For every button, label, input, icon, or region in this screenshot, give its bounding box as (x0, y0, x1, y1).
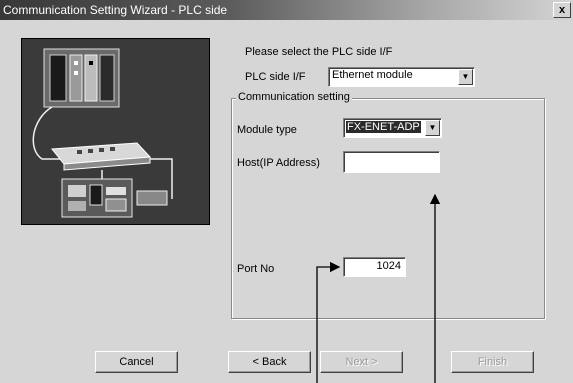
back-button[interactable]: < Back (228, 351, 311, 373)
annotation-arrows (316, 193, 441, 383)
cancel-button[interactable]: Cancel (95, 351, 178, 373)
finish-button[interactable]: Finish (451, 351, 534, 373)
wizard-window: Communication Setting Wizard - PLC side … (0, 0, 573, 383)
next-button[interactable]: Next > (320, 351, 403, 373)
